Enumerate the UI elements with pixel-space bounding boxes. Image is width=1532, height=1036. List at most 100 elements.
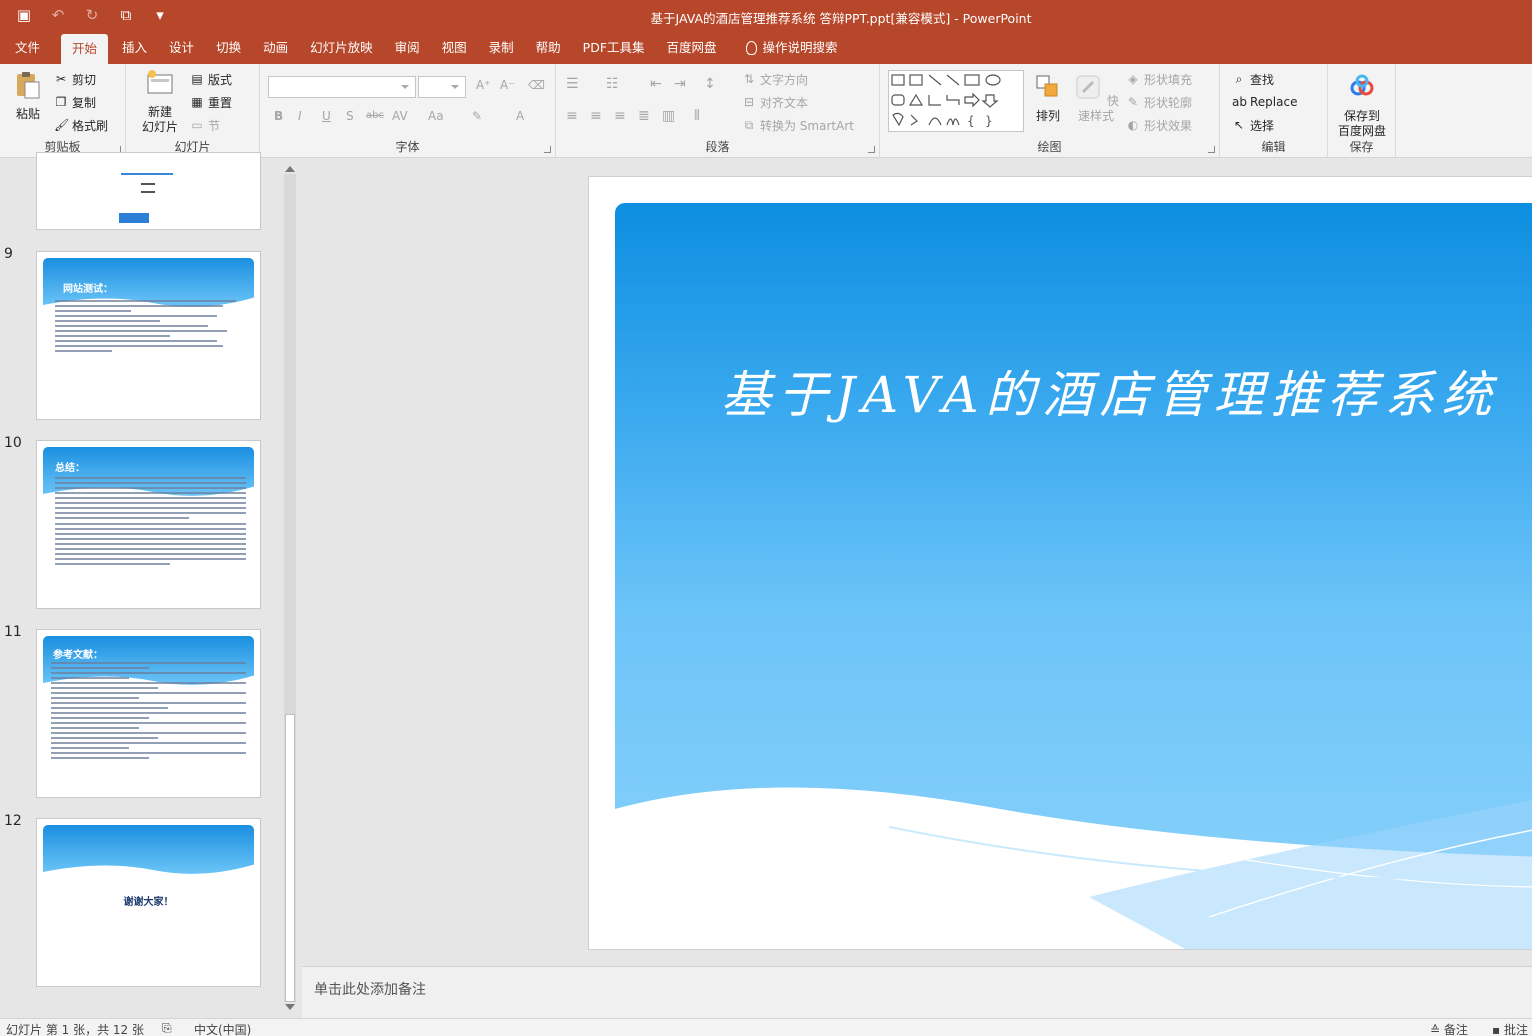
slide-thumbnail-8[interactable] bbox=[36, 152, 261, 230]
tab-transitions[interactable]: 切换 bbox=[205, 32, 252, 64]
increase-indent-icon[interactable]: ⇥ bbox=[674, 76, 686, 92]
align-text-button[interactable]: ⊟ 对齐文本 bbox=[742, 92, 808, 112]
shape-effects-button[interactable]: ◐ 形状效果 bbox=[1126, 115, 1192, 135]
italic-button[interactable]: I bbox=[298, 109, 302, 123]
scroll-track[interactable] bbox=[284, 174, 296, 1002]
smartart-button[interactable]: ⧉ 转换为 SmartArt bbox=[742, 115, 854, 135]
shapes-gallery[interactable]: {} bbox=[888, 70, 1024, 132]
drawing-launcher-icon[interactable] bbox=[1208, 146, 1215, 153]
scroll-up-icon[interactable] bbox=[285, 161, 295, 172]
tab-slideshow[interactable]: 幻灯片放映 bbox=[299, 32, 384, 64]
section-icon: ▭ bbox=[191, 118, 203, 132]
notes-pane[interactable]: 单击此处添加备注 bbox=[302, 966, 1532, 1018]
bold-button[interactable]: B bbox=[274, 109, 283, 123]
cut-button[interactable]: ✂ 剪切 bbox=[54, 69, 96, 89]
slide-number: 10 bbox=[4, 435, 22, 451]
reset-button[interactable]: ▦ 重置 bbox=[190, 92, 232, 112]
arrange-button[interactable]: 排列 bbox=[1030, 72, 1066, 124]
notes-placeholder: 单击此处添加备注 bbox=[314, 982, 426, 998]
clear-format-icon[interactable]: ⌫ bbox=[528, 78, 545, 92]
numbering-icon[interactable]: ☷ bbox=[606, 76, 619, 92]
thumb-line bbox=[51, 732, 246, 734]
scroll-thumb[interactable] bbox=[285, 714, 295, 1002]
quick-styles-button[interactable]: 快速样式 bbox=[1070, 72, 1122, 124]
slide-editor: 基于JAVA的酒店管理推荐系统 bbox=[302, 158, 1532, 966]
tab-view[interactable]: 视图 bbox=[431, 32, 478, 64]
notes-toggle[interactable]: ≙ 备注 bbox=[1430, 1021, 1468, 1036]
underline-button[interactable]: U bbox=[322, 109, 331, 123]
tell-me-search[interactable]: 操作说明搜索 bbox=[728, 32, 849, 64]
align-center-icon[interactable]: ≡ bbox=[590, 108, 602, 124]
decrease-indent-icon[interactable]: ⇤ bbox=[650, 76, 662, 92]
strikethrough-button[interactable]: abc bbox=[366, 110, 384, 121]
spellcheck-icon[interactable]: ⎘ bbox=[162, 1021, 172, 1036]
font-launcher-icon[interactable] bbox=[544, 146, 551, 153]
tab-animations[interactable]: 动画 bbox=[252, 32, 299, 64]
thumbnail-scrollbar[interactable] bbox=[282, 158, 298, 1018]
tab-review[interactable]: 审阅 bbox=[384, 32, 431, 64]
new-slide-button[interactable]: 新建 幻灯片 bbox=[132, 68, 188, 135]
shape-outline-button[interactable]: ✎ 形状轮廓 bbox=[1126, 92, 1192, 112]
align-right-icon[interactable]: ≡ bbox=[614, 108, 626, 124]
shadow-button[interactable]: S bbox=[346, 109, 354, 123]
thumb-line bbox=[55, 528, 246, 530]
change-case-button[interactable]: Aa bbox=[428, 109, 444, 123]
thumb-line bbox=[55, 310, 132, 312]
find-button[interactable]: ⌕ 查找 bbox=[1232, 69, 1274, 89]
justify-icon[interactable]: ≣ bbox=[638, 108, 650, 124]
char-spacing-button[interactable]: AV bbox=[392, 109, 408, 123]
group-drawing: {} 排列 快速样式 ◈ 形状填充 ✎ 形状轮廓 ◐ 形状效果 绘图 bbox=[880, 64, 1220, 158]
paste-icon bbox=[17, 72, 40, 99]
layout-button[interactable]: ▤ 版式 bbox=[190, 69, 232, 89]
align-text-icon: ⊟ bbox=[743, 95, 755, 109]
tab-insert[interactable]: 插入 bbox=[111, 32, 158, 64]
thumb-text-block bbox=[55, 477, 246, 568]
thumb-title: 网站测试： bbox=[63, 284, 113, 295]
slide-thumbnail-9[interactable]: 网站测试： bbox=[36, 251, 261, 420]
grow-font-icon[interactable]: A⁺ bbox=[476, 78, 491, 92]
tab-help[interactable]: 帮助 bbox=[525, 32, 572, 64]
text-direction-button[interactable]: ⇅ 文字方向 bbox=[742, 69, 808, 89]
shrink-font-icon[interactable]: A⁻ bbox=[500, 78, 515, 92]
slide-thumbnail-10[interactable]: 总结： bbox=[36, 440, 261, 609]
tab-pdf-tools[interactable]: PDF工具集 bbox=[572, 32, 656, 64]
highlight-icon[interactable]: ✎ bbox=[472, 109, 482, 123]
slide-thumbnail-12[interactable]: 谢谢大家！ bbox=[36, 818, 261, 987]
slide-canvas[interactable]: 基于JAVA的酒店管理推荐系统 bbox=[588, 176, 1532, 950]
copy-button[interactable]: ❐ 复制 bbox=[54, 92, 96, 112]
arrange-icon bbox=[1036, 75, 1058, 97]
tab-file[interactable]: 文件 bbox=[0, 32, 58, 64]
align-left-icon[interactable]: ≡ bbox=[566, 108, 578, 124]
tab-record[interactable]: 录制 bbox=[478, 32, 525, 64]
thumb-line bbox=[51, 727, 139, 729]
scroll-down-icon[interactable] bbox=[285, 1004, 295, 1015]
save-to-baidu-button[interactable]: 保存到 百度网盘 bbox=[1334, 72, 1390, 139]
bullets-icon[interactable]: ☰ bbox=[566, 76, 579, 92]
select-button[interactable]: ↖ 选择 bbox=[1232, 115, 1274, 135]
font-name-combo[interactable] bbox=[268, 76, 416, 98]
language-status[interactable]: 中文(中国) bbox=[194, 1021, 251, 1036]
paste-button[interactable]: 粘贴 bbox=[8, 70, 48, 122]
tab-design[interactable]: 设计 bbox=[158, 32, 205, 64]
paragraph-launcher-icon[interactable] bbox=[868, 146, 875, 153]
thumbnail-pane: 9 网站测试： 10 总结： 11 参考文献： 12 谢谢大家！ bbox=[0, 152, 301, 1018]
format-painter-button[interactable]: 🖌 格式刷 bbox=[54, 115, 108, 135]
tab-home[interactable]: 开始 bbox=[61, 34, 109, 64]
columns-icon[interactable]: ⫴ bbox=[694, 108, 700, 124]
thumb-line bbox=[51, 757, 149, 759]
thumb-line bbox=[51, 702, 246, 704]
distribute-icon[interactable]: ▥ bbox=[662, 108, 675, 124]
comments-toggle[interactable]: ▪ 批注 bbox=[1492, 1021, 1528, 1036]
shapes-gallery-icons: {} bbox=[891, 74, 1001, 128]
section-button[interactable]: ▭ 节 bbox=[190, 115, 220, 135]
svg-text:}: } bbox=[985, 114, 993, 128]
tab-baidu-disk[interactable]: 百度网盘 bbox=[656, 32, 728, 64]
slide-title[interactable]: 基于JAVA的酒店管理推荐系统 bbox=[721, 355, 1499, 427]
line-spacing-icon[interactable]: ↕ bbox=[704, 76, 716, 92]
font-size-combo[interactable] bbox=[418, 76, 466, 98]
font-color-button[interactable]: A bbox=[516, 109, 524, 123]
shape-fill-button[interactable]: ◈ 形状填充 bbox=[1126, 69, 1192, 89]
slide-thumbnail-11[interactable]: 参考文献： bbox=[36, 629, 261, 798]
replace-button[interactable]: ab Replace bbox=[1232, 92, 1297, 112]
thumb-line bbox=[51, 742, 246, 744]
